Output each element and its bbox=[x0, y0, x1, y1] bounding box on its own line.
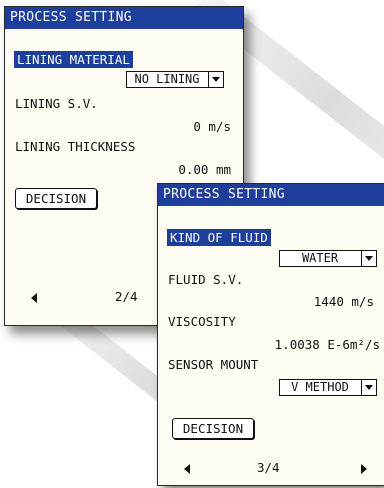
decision-button[interactable]: DECISION bbox=[15, 188, 97, 209]
screen-title: PROCESS SETTING bbox=[158, 184, 384, 206]
select-arrow-icon bbox=[361, 251, 376, 266]
nav-left-icon[interactable] bbox=[184, 464, 190, 474]
select-arrow-icon bbox=[208, 72, 223, 87]
lining-sv-value: 0 m/s bbox=[193, 119, 231, 134]
lining-thickness-label: LINING THICKNESS bbox=[15, 139, 136, 154]
screen-title: PROCESS SETTING bbox=[5, 7, 243, 29]
select-arrow-icon bbox=[361, 380, 376, 395]
decision-button[interactable]: DECISION bbox=[172, 418, 254, 439]
fluid-sv-value: 1440 m/s bbox=[313, 294, 374, 309]
viscosity-value: 1.0038 E-6m²/s bbox=[274, 337, 380, 352]
lining-material-value: NO LINING bbox=[134, 72, 200, 86]
kind-of-fluid-select[interactable]: WATER bbox=[279, 250, 377, 267]
fluid-sv-label: FLUID S.V. bbox=[168, 272, 244, 287]
sensor-mount-value: V METHOD bbox=[291, 380, 349, 394]
viscosity-label: VISCOSITY bbox=[168, 314, 236, 329]
kind-of-fluid-value: WATER bbox=[301, 251, 339, 265]
lining-thickness-value: 0.00 mm bbox=[178, 162, 231, 177]
kind-of-fluid-label: KIND OF FLUID bbox=[167, 229, 271, 246]
page-indicator: 2/4 bbox=[115, 289, 138, 304]
lining-material-select[interactable]: NO LINING bbox=[126, 71, 224, 88]
process-setting-screen-3: PROCESS SETTING KIND OF FLUID WATER FLUI… bbox=[157, 183, 384, 486]
nav-left-icon[interactable] bbox=[31, 293, 37, 303]
nav-right-icon[interactable] bbox=[361, 464, 367, 474]
sensor-mount-select[interactable]: V METHOD bbox=[279, 379, 377, 396]
lining-sv-label: LINING S.V. bbox=[15, 96, 98, 111]
page-indicator: 3/4 bbox=[257, 460, 280, 475]
sensor-mount-label: SENSOR MOUNT bbox=[168, 357, 259, 372]
lining-material-label: LINING MATERIAL bbox=[14, 51, 133, 68]
